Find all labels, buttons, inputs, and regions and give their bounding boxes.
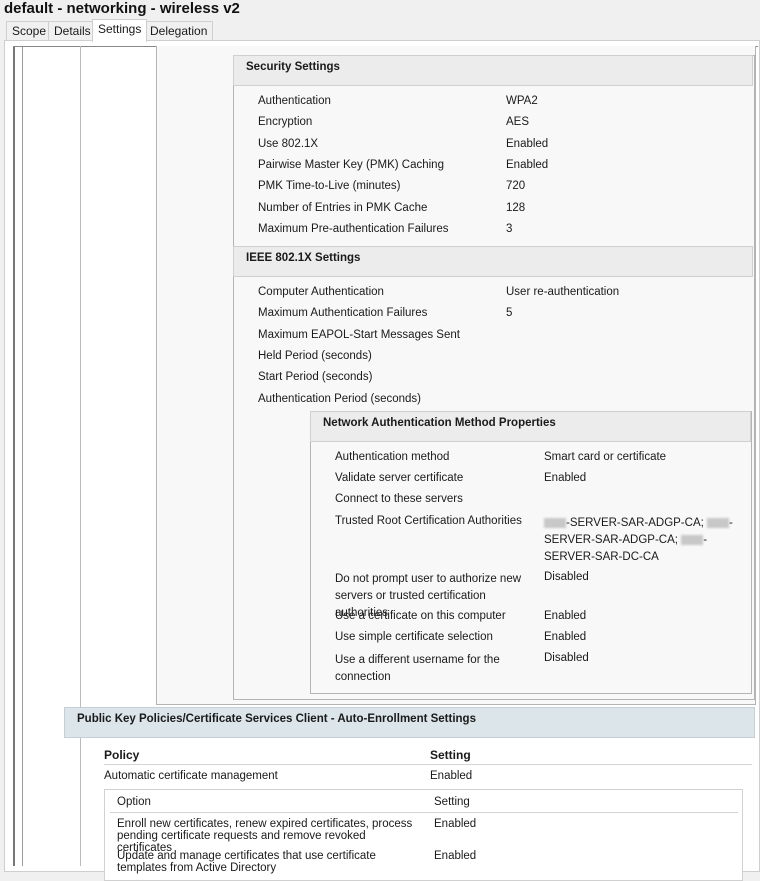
setting-value: User re-authentication [506,286,620,298]
setting-value: Enabled [544,610,587,622]
setting-label: Computer Authentication [258,286,384,298]
option-column-header: Option [117,796,151,808]
setting-value: 5 [506,307,513,320]
setting-value: Enabled [544,472,587,484]
tab-delegation[interactable]: Delegation [144,21,214,41]
policy-value: Enabled [430,770,473,782]
setting-label: Maximum Authentication Failures [258,307,428,320]
setting-value: Smart card or certificate [544,451,667,463]
setting-label: Held Period (seconds) [258,349,372,362]
option-value: Enabled [434,850,477,862]
setting-value: Disabled [544,571,589,583]
security-settings-header: Security Settings [233,55,753,86]
setting-label: Authentication method [335,451,450,463]
setting-value: 3 [506,222,513,235]
divider [110,812,738,813]
frame-border [80,46,81,866]
frame-border [22,46,23,866]
option-label: Enroll new certificates, renew expired c… [117,818,413,854]
option-setting-column-header: Setting [434,796,470,808]
option-value: Enabled [434,818,477,830]
redacted [707,517,730,528]
setting-label: Encryption [258,116,313,129]
setting-value: WPA2 [506,95,538,107]
tab-scope[interactable]: Scope [6,21,53,41]
setting-value: Enabled [506,158,549,171]
policy-column-header: Policy [104,748,140,762]
pki-header: Public Key Policies/Certificate Services… [64,707,755,738]
setting-label: Authentication Period (seconds) [258,392,422,405]
window-title: default - networking - wireless v2 [4,0,240,17]
setting-value: 128 [506,201,526,214]
setting-label: Maximum Pre-authentication Failures [258,222,449,235]
setting-label: Validate server certificate [335,472,464,484]
setting-label: PMK Time-to-Live (minutes) [258,180,401,193]
setting-label: Authentication [258,95,331,107]
trusted-root-value: -SERVER-SAR-ADGP-CA; - SERVER-SAR-ADGP-CA… [544,517,733,563]
setting-label: Connect to these servers [335,493,463,505]
tab-details[interactable]: Details [48,21,97,41]
trusted-root-label: Trusted Root Certification Authorities [335,515,522,527]
policy-label: Automatic certificate management [104,770,278,782]
divider [104,764,752,765]
redacted [544,517,566,528]
setting-label: Maximum EAPOL-Start Messages Sent [258,328,460,341]
setting-label: Use 802.1X [258,137,319,150]
setting-value: 720 [506,180,526,193]
frame-border [13,46,15,866]
setting-value: AES [506,116,530,129]
setting-label: Use simple certificate selection [335,631,493,643]
setting-label: Number of Entries in PMK Cache [258,201,428,214]
ieee-settings-header: IEEE 802.1X Settings [233,246,753,277]
setting-label: Use a different username for the connect… [335,654,500,683]
setting-value: Disabled [544,652,589,664]
namp-header: Network Authentication Method Properties [310,411,751,442]
redacted [681,534,704,545]
tab-settings[interactable]: Settings [92,19,148,42]
setting-column-header: Setting [430,748,471,762]
setting-label: Use a certificate on this computer [335,610,506,622]
setting-label: Pairwise Master Key (PMK) Caching [258,158,444,171]
setting-label: Start Period (seconds) [258,371,373,384]
setting-value: Enabled [544,631,587,643]
setting-value: Enabled [506,137,549,150]
option-label: Update and manage certificates that use … [117,850,376,874]
